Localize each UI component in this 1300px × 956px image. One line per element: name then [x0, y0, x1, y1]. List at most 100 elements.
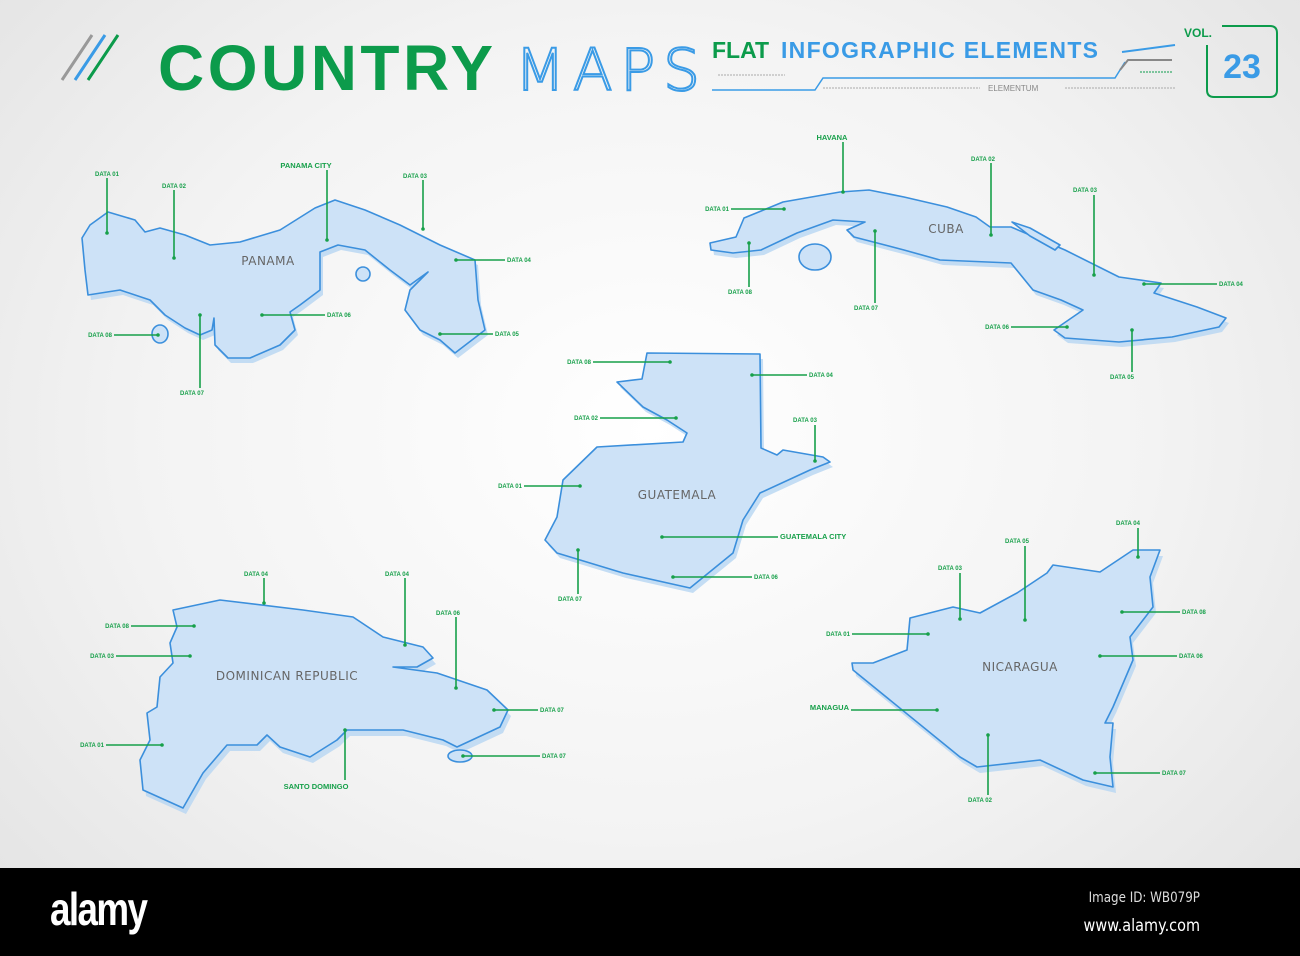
city-label: GUATEMALA CITY [780, 532, 846, 541]
callout-dot [105, 231, 109, 235]
cuba-island [798, 243, 832, 271]
data-label: DATA 04 [1116, 521, 1141, 527]
subtitle-flat: FLAT [712, 37, 769, 63]
callout-dot [1092, 273, 1096, 277]
data-label: DATA 03 [793, 418, 818, 424]
header: COUNTRY MAPS FLAT INFOGRAPHIC ELEMENTS E… [60, 25, 1278, 105]
callout-dot [668, 360, 672, 364]
data-label: DATA 01 [826, 632, 851, 638]
vol-label: VOL. [1184, 26, 1212, 40]
data-label: DATA 05 [1005, 539, 1030, 545]
callout-dot [1120, 610, 1124, 614]
callout-dot [674, 416, 678, 420]
callout-dot [343, 728, 347, 732]
data-label: DATA 04 [1219, 282, 1244, 288]
callout-dot [421, 227, 425, 231]
callout-dot [578, 484, 582, 488]
callout-dot [262, 601, 266, 605]
callout-dot [192, 624, 196, 628]
country-name-cuba: CUBA [928, 222, 964, 236]
data-label: DATA 02 [162, 184, 187, 190]
country-name-nicaragua: NICARAGUA [982, 660, 1058, 674]
callout-dot [782, 207, 786, 211]
callout-dot [1130, 328, 1134, 332]
data-label: DATA 07 [558, 597, 583, 603]
callout-dot [260, 313, 264, 317]
data-label: DATA 07 [180, 391, 205, 397]
decorative-slashes-icon [60, 34, 120, 81]
callout-dot [1065, 325, 1069, 329]
callout-dot [958, 617, 962, 621]
data-label: DATA 07 [854, 306, 879, 312]
callout-dot [198, 313, 202, 317]
callout-dot [492, 708, 496, 712]
callout-dot [1142, 282, 1146, 286]
callout-dot [454, 258, 458, 262]
country-name-panama: PANAMA [241, 254, 295, 268]
callout-panama: DATA 08 [88, 333, 160, 339]
alamy-logo[interactable]: alamy [50, 882, 148, 936]
callout-dot [989, 233, 993, 237]
data-label: DATA 06 [985, 325, 1010, 331]
callout-dot [671, 575, 675, 579]
image-id: Image ID: WB079P [1088, 890, 1200, 906]
data-label: DATA 08 [728, 290, 753, 296]
map-cuba: CUBA [709, 189, 1229, 347]
panama-island [151, 324, 169, 344]
callout-dot [747, 241, 751, 245]
data-label: DATA 04 [507, 258, 532, 264]
data-label: DATA 06 [754, 575, 779, 581]
data-label: DATA 01 [80, 743, 105, 749]
city-label: PANAMA CITY [280, 161, 331, 170]
callout-dot [160, 743, 164, 747]
callout-dominican-republic: DATA 04 [244, 572, 269, 605]
vol-number: 23 [1223, 48, 1261, 86]
callout-dot [325, 238, 329, 242]
map-panama: PANAMA [81, 199, 488, 363]
data-label: DATA 03 [938, 566, 963, 572]
callout-dot [935, 708, 939, 712]
title-country: COUNTRY [158, 32, 493, 104]
brand-elementum: ELEMENTUM [988, 84, 1039, 93]
data-label: DATA 04 [244, 572, 269, 578]
data-label: DATA 06 [1179, 654, 1204, 660]
callout-dot [403, 643, 407, 647]
data-label: DATA 02 [971, 157, 996, 163]
map-nicaragua: NICARAGUA [851, 549, 1163, 793]
site-url[interactable]: www.alamy.com [1084, 916, 1200, 936]
data-label: DATA 07 [1162, 771, 1187, 777]
callout-dot [156, 333, 160, 337]
city-label: MANAGUA [810, 703, 850, 712]
city-label: HAVANA [817, 133, 849, 142]
data-label: DATA 04 [385, 572, 410, 578]
data-label: DATA 05 [1110, 375, 1135, 381]
data-label: DATA 08 [105, 624, 130, 630]
callout-dominican-republic: DATA 07 [461, 754, 567, 760]
data-label: DATA 01 [95, 172, 120, 178]
callout-dot [576, 548, 580, 552]
data-label: DATA 08 [567, 360, 592, 366]
data-label: DATA 08 [88, 333, 113, 339]
data-label: DATA 06 [436, 611, 461, 617]
data-label: DATA 03 [403, 174, 428, 180]
city-label: SANTO DOMINGO [284, 782, 349, 791]
country-name-guatemala: GUATEMALA [638, 488, 717, 502]
subtitle-infographic: INFOGRAPHIC ELEMENTS [781, 37, 1098, 63]
data-label: DATA 04 [809, 373, 834, 379]
callout-dot [461, 754, 465, 758]
guatemala-shape [544, 352, 831, 589]
dominican-republic-shape [139, 599, 509, 809]
data-label: DATA 08 [1182, 610, 1207, 616]
callout-dot [660, 535, 664, 539]
data-label: DATA 07 [540, 708, 565, 714]
data-label: DATA 07 [542, 754, 567, 760]
country-name-dominican-republic: DOMINICAN REPUBLIC [216, 669, 358, 683]
data-label: DATA 03 [90, 654, 115, 660]
callout-dominican-republic: DATA 04 [385, 572, 410, 647]
title-maps: MAPS [515, 36, 700, 104]
callout-dot [1093, 771, 1097, 775]
callout-dot [1098, 654, 1102, 658]
data-label: DATA 02 [968, 798, 993, 804]
data-label: DATA 03 [1073, 188, 1098, 194]
data-label: DATA 05 [495, 332, 520, 338]
